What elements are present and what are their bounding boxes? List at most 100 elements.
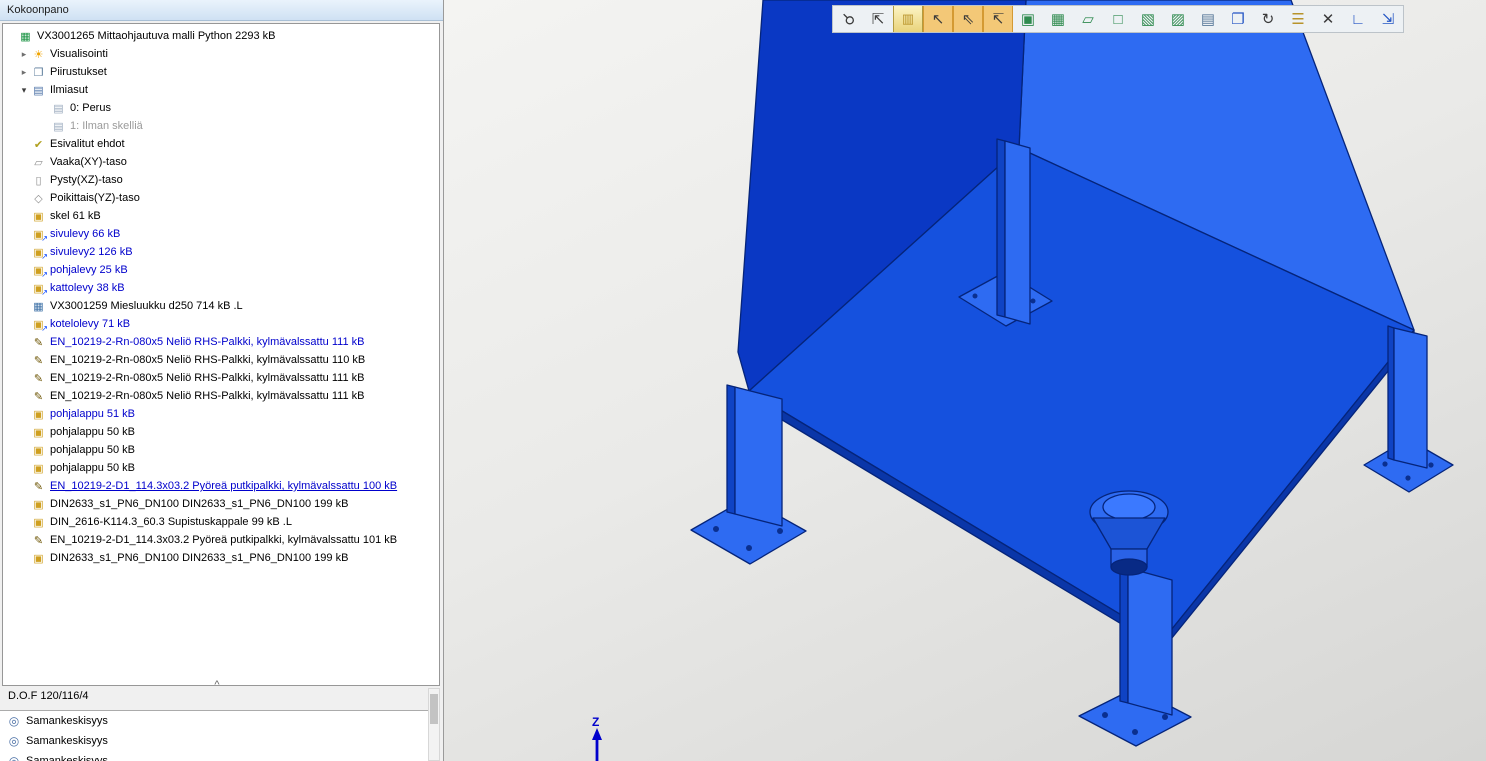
tree-item-label: pohjalevy 25 kB [50,264,134,276]
tree-item-icon [31,84,46,97]
tree-item[interactable]: Pysty(XZ)-taso [3,171,439,189]
tree-item[interactable]: EN_10219-2-Rn-080x5 Neliö RHS-Palkki, ky… [3,351,439,369]
snap-midpoint-icon[interactable]: ⇖ [953,6,983,32]
tree-item[interactable]: VX3001265 Mittaohjautuva malli Python 22… [3,27,439,45]
select-sheet-icon[interactable]: □ [1103,6,1133,32]
select-solid-icon[interactable]: ▦ [1043,6,1073,32]
tree-item-label: Vaaka(XY)-taso [50,156,133,168]
tree-item-icon [31,426,46,439]
tree-item[interactable]: pohjalappu 50 kB [3,459,439,477]
tree-item[interactable]: 1: Ilman skelliä [3,117,439,135]
tree-item-label: 1: Ilman skelliä [70,120,149,132]
snap-intersection-icon[interactable]: ↸ [983,6,1013,32]
constraint-item[interactable]: Samankeskisyys [0,751,428,761]
tree-item-icon [31,462,46,475]
concentricity-icon [6,754,22,761]
tree-item[interactable]: 0: Perus [3,99,439,117]
tree-item[interactable]: EN_10219-2-Rn-080x5 Neliö RHS-Palkki, ky… [3,333,439,351]
constraint-item[interactable]: Samankeskisyys [0,711,428,731]
tree-item-icon [31,246,46,259]
select-face-icon[interactable]: ▣ [1013,6,1043,32]
tree-item-label: sivulevy 66 kB [50,228,126,240]
tree-item[interactable]: kotelolevy 71 kB [3,315,439,333]
tree-item[interactable]: Vaaka(XY)-taso [3,153,439,171]
snap-point-icon[interactable]: ↖ [923,6,953,32]
tree-item-icon [31,138,46,151]
tree-item-label: pohjalappu 51 kB [50,408,141,420]
tree-item-icon [31,552,46,565]
select-plane-icon[interactable]: ▱ [1073,6,1103,32]
select-hatch-icon[interactable]: ▧ [1133,6,1163,32]
tree-item[interactable]: EN_10219-2-D1_114.3x03.2 Pyöreä putkipal… [3,477,439,495]
tree-item[interactable]: pohjalappu 50 kB [3,441,439,459]
select-part-icon[interactable]: ▨ [1163,6,1193,32]
tree-item-label: pohjalappu 50 kB [50,426,141,438]
orbit-icon[interactable]: ↻ [1253,6,1283,32]
tree-item[interactable]: VX3001259 Miesluukku d250 714 kB .L [3,297,439,315]
tree-item[interactable]: EN_10219-2-D1_114.3x03.2 Pyöreä putkipal… [3,531,439,549]
splitter-handle[interactable]: ^ [205,679,229,691]
tree-item-label: skel 61 kB [50,210,107,222]
expand-chevron-icon[interactable] [17,85,31,96]
tree-item-label: VX3001259 Miesluukku d250 714 kB .L [50,300,249,312]
tree-item-icon [31,174,46,187]
fit-view-icon[interactable]: ⇲ [1373,6,1403,32]
application-window: Kokoonpano VX3001265 Mittaohjautuva mall… [0,0,1486,761]
tree-item-icon [31,336,46,349]
pin-icon[interactable]: ⚲ [833,6,863,32]
tree-item[interactable]: Ilmiasut [3,81,439,99]
tree-item-label: EN_10219-2-Rn-080x5 Neliö RHS-Palkki, ky… [50,354,371,366]
tree-item[interactable]: Esivalitut ehdot [3,135,439,153]
ruler-icon[interactable]: ▥ [893,6,923,32]
constraint-label: Samankeskisyys [26,755,108,761]
tree-item-label: Ilmiasut [50,84,94,96]
tree-item-icon [31,408,46,421]
tree-item[interactable]: pohjalappu 51 kB [3,405,439,423]
constraint-item[interactable]: Samankeskisyys [0,731,428,751]
tree-item-icon [31,48,46,61]
tree-item[interactable]: sivulevy 66 kB [3,225,439,243]
tree-item-icon [51,120,66,133]
feature-list-icon[interactable]: ▤ [1193,6,1223,32]
tree-item[interactable]: DIN_2616-K114.3_60.3 Supistuskappale 99 … [3,513,439,531]
tree-item[interactable]: skel 61 kB [3,207,439,225]
3d-model: Z [444,0,1486,761]
tree-item[interactable]: Piirustukset [3,63,439,81]
tree-item[interactable]: sivulevy2 126 kB [3,243,439,261]
expand-chevron-icon[interactable] [17,67,31,78]
z-axis-arrow-icon [592,728,602,740]
model-front-leg [1128,568,1172,715]
tree-item-label: EN_10219-2-Rn-080x5 Neliö RHS-Palkki, ky… [50,390,370,402]
tree-item[interactable]: DIN2633_s1_PN6_DN100 DIN2633_s1_PN6_DN10… [3,549,439,567]
model-back-leg [1005,141,1030,324]
tree-item[interactable]: Visualisointi [3,45,439,63]
copy-icon[interactable]: ❐ [1223,6,1253,32]
tree-item-icon [51,102,66,115]
select-frame-icon[interactable]: ⇱ [863,6,893,32]
constraint-label: Samankeskisyys [26,735,108,747]
tree-item[interactable]: kattolevy 38 kB [3,279,439,297]
expand-chevron-icon[interactable] [17,49,31,60]
tree-item-label: EN_10219-2-D1_114.3x03.2 Pyöreä putkipal… [50,480,403,492]
tree-item-label: EN_10219-2-Rn-080x5 Neliö RHS-Palkki, ky… [50,372,370,384]
tree-item[interactable]: EN_10219-2-Rn-080x5 Neliö RHS-Palkki, ky… [3,369,439,387]
tree-item-icon [31,66,46,79]
constraints-scrollbar[interactable] [428,688,440,761]
tree-item[interactable]: pohjalappu 50 kB [3,423,439,441]
3d-viewport[interactable]: Z ⚲ ⇱ ▥ ↖ [443,0,1486,761]
tree-item-icon [31,282,46,295]
tree-item-icon [31,390,46,403]
constraint-label: Samankeskisyys [26,715,108,727]
tree-item[interactable]: EN_10219-2-Rn-080x5 Neliö RHS-Palkki, ky… [3,387,439,405]
tree-item[interactable]: pohjalevy 25 kB [3,261,439,279]
axis-icon[interactable]: ∟ [1343,6,1373,32]
tree-item[interactable]: DIN2633_s1_PN6_DN100 DIN2633_s1_PN6_DN10… [3,495,439,513]
concentricity-icon [6,734,22,748]
tree-item-label: pohjalappu 50 kB [50,444,141,456]
layers-icon[interactable]: ☰ [1283,6,1313,32]
purge-icon[interactable]: ✕ [1313,6,1343,32]
model-right-leg [1394,328,1427,468]
scrollbar-thumb[interactable] [430,694,438,724]
tree-item-icon [31,372,46,385]
tree-item[interactable]: Poikittais(YZ)-taso [3,189,439,207]
